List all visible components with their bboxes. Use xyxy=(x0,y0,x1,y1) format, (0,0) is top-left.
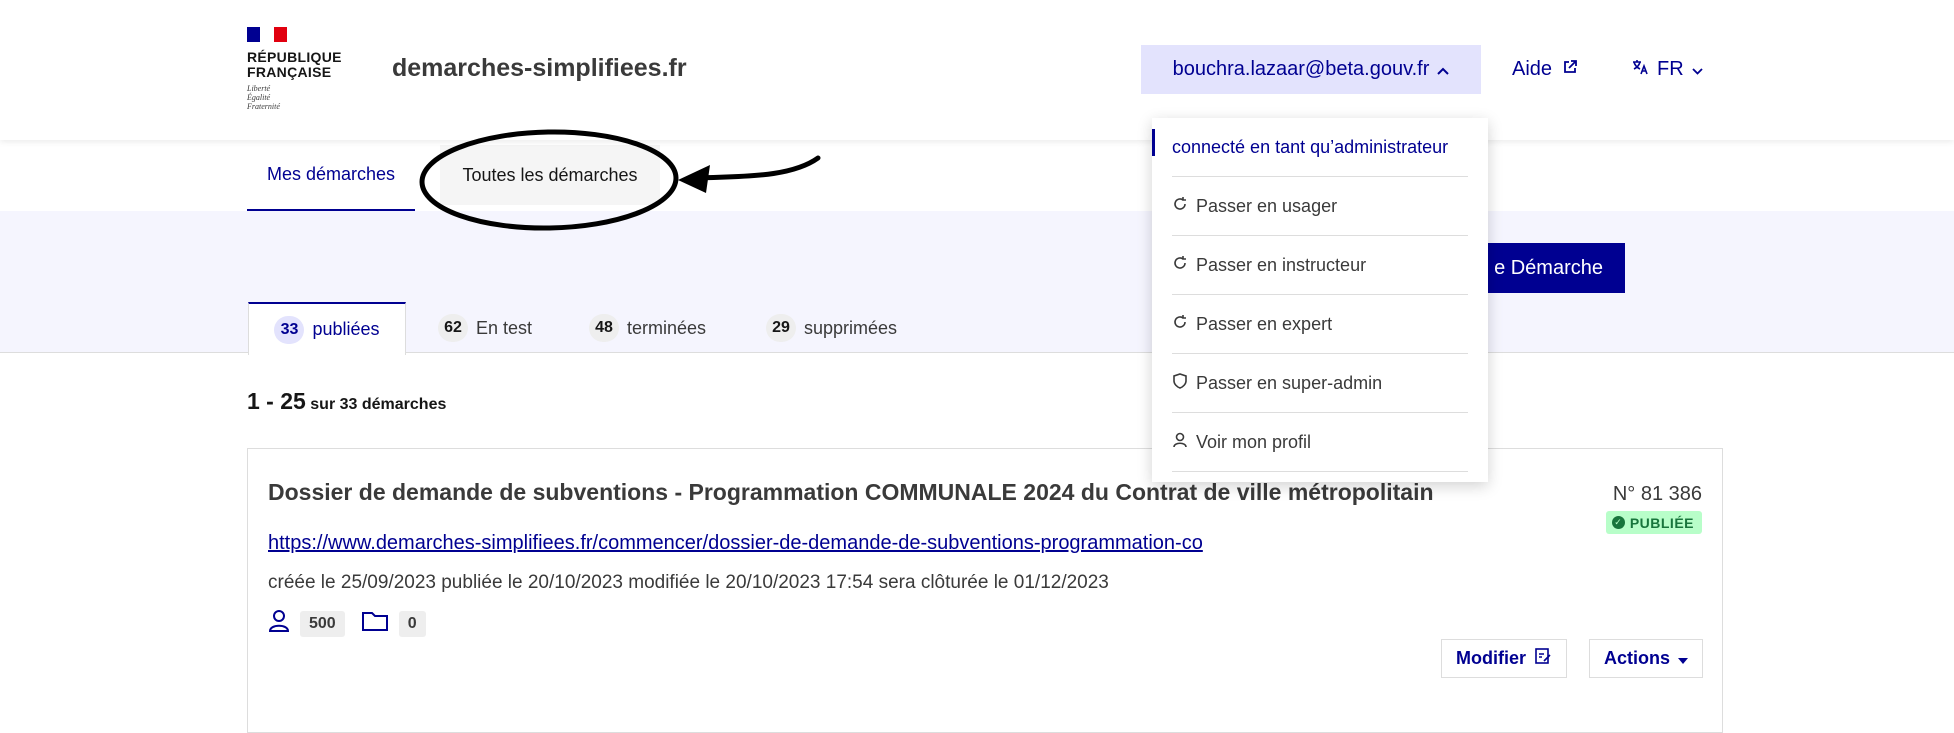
demarche-dates: créée le 25/09/2023 publiée le 20/10/202… xyxy=(268,572,1109,593)
help-link[interactable]: Aide xyxy=(1512,58,1578,81)
count-badge: 29 xyxy=(766,314,796,342)
menu-item-expert[interactable]: Passer en expert xyxy=(1172,295,1468,354)
help-label: Aide xyxy=(1512,58,1553,80)
actions-button[interactable]: Actions xyxy=(1589,639,1704,678)
count-badge: 33 xyxy=(274,315,305,344)
edit-icon xyxy=(1534,647,1552,670)
refresh-icon xyxy=(1172,255,1188,276)
count-badge: 62 xyxy=(438,314,468,342)
user-email: bouchra.lazaar@beta.gouv.fr xyxy=(1172,58,1430,80)
language-label: FR xyxy=(1657,58,1684,80)
demarche-number: N° 81 386 xyxy=(1612,483,1702,505)
menu-item-label: Voir mon profil xyxy=(1196,431,1312,452)
language-selector[interactable]: FR xyxy=(1631,58,1703,81)
actions-label: Actions xyxy=(1604,648,1671,668)
admin-role-item[interactable]: connecté en tant qu’administrateur xyxy=(1172,118,1468,177)
users-count: 500 xyxy=(300,610,345,637)
menu-item-label: Passer en expert xyxy=(1196,313,1333,334)
count-badge: 48 xyxy=(589,314,619,342)
menu-item-profil[interactable]: Voir mon profil xyxy=(1172,413,1468,472)
annotation-arrow-icon xyxy=(697,155,821,181)
republique-francaise-logo[interactable]: RÉPUBLIQUE FRANÇAISE Liberté Égalité Fra… xyxy=(247,27,347,111)
logo-title: RÉPUBLIQUE FRANÇAISE xyxy=(247,49,342,80)
menu-item-label: Passer en usager xyxy=(1196,195,1338,216)
check-circle-icon: ✓ xyxy=(1611,516,1625,529)
tab-publiees[interactable]: 33 publiées xyxy=(248,302,406,355)
caret-down-icon xyxy=(1678,648,1689,669)
demarche-card: Dossier de demande de subventions - Prog… xyxy=(247,448,1723,733)
tab-label: terminées xyxy=(627,317,707,338)
tab-toutes-les-demarches[interactable]: Toutes les démarches xyxy=(440,145,660,205)
user-dropdown-menu: connecté en tant qu’administrateur Passe… xyxy=(1152,118,1488,482)
results-total: sur 33 démarches xyxy=(310,396,447,413)
refresh-icon xyxy=(1172,196,1188,217)
user-icon xyxy=(268,609,290,638)
tab-label: supprimées xyxy=(804,317,898,338)
refresh-icon xyxy=(1172,314,1188,335)
menu-item-label: Passer en instructeur xyxy=(1196,254,1367,275)
external-link-icon xyxy=(1562,58,1578,81)
site-header: RÉPUBLIQUE FRANÇAISE Liberté Égalité Fra… xyxy=(0,0,1954,140)
tab-mes-demarches[interactable]: Mes démarches xyxy=(247,140,415,211)
logo-motto: Liberté Égalité Fraternité xyxy=(247,84,280,111)
files-count: 0 xyxy=(398,610,426,637)
demarche-stats: 500 0 xyxy=(268,609,426,638)
results-count: 1 - 25 sur 33 démarches xyxy=(247,388,446,415)
tab-label: publiées xyxy=(312,319,380,339)
status-badge: ✓ PUBLIÉE xyxy=(1605,511,1702,534)
translate-icon xyxy=(1631,58,1649,81)
modifier-button[interactable]: Modifier xyxy=(1441,639,1567,678)
tab-terminees[interactable]: 48 terminées xyxy=(589,302,706,354)
menu-item-instructeur[interactable]: Passer en instructeur xyxy=(1172,236,1468,295)
folder-icon xyxy=(361,610,389,637)
user-icon xyxy=(1172,432,1188,453)
chevron-up-icon xyxy=(1437,62,1450,78)
menu-item-super-admin[interactable]: Passer en super-admin xyxy=(1172,354,1468,413)
shield-icon xyxy=(1172,372,1188,394)
demarche-url-link[interactable]: https://www.demarches-simplifiees.fr/com… xyxy=(268,532,1203,555)
tab-label: En test xyxy=(476,317,533,338)
demarche-title[interactable]: Dossier de demande de subventions - Prog… xyxy=(268,479,1434,506)
user-menu-button[interactable]: bouchra.lazaar@beta.gouv.fr xyxy=(1141,45,1481,94)
tab-supprimees[interactable]: 29 supprimées xyxy=(766,302,897,354)
active-indicator xyxy=(1152,129,1155,156)
marianne-flag-icon xyxy=(247,27,287,42)
site-name[interactable]: demarches-simplifiees.fr xyxy=(392,54,687,83)
tab-en-test[interactable]: 62 En test xyxy=(438,302,532,354)
menu-item-label: Passer en super-admin xyxy=(1196,372,1383,393)
chevron-down-icon xyxy=(1692,58,1703,81)
status-label: PUBLIÉE xyxy=(1629,514,1694,531)
menu-item-usager[interactable]: Passer en usager xyxy=(1172,177,1468,236)
modifier-label: Modifier xyxy=(1456,648,1526,668)
results-range: 1 - 25 xyxy=(247,388,306,414)
